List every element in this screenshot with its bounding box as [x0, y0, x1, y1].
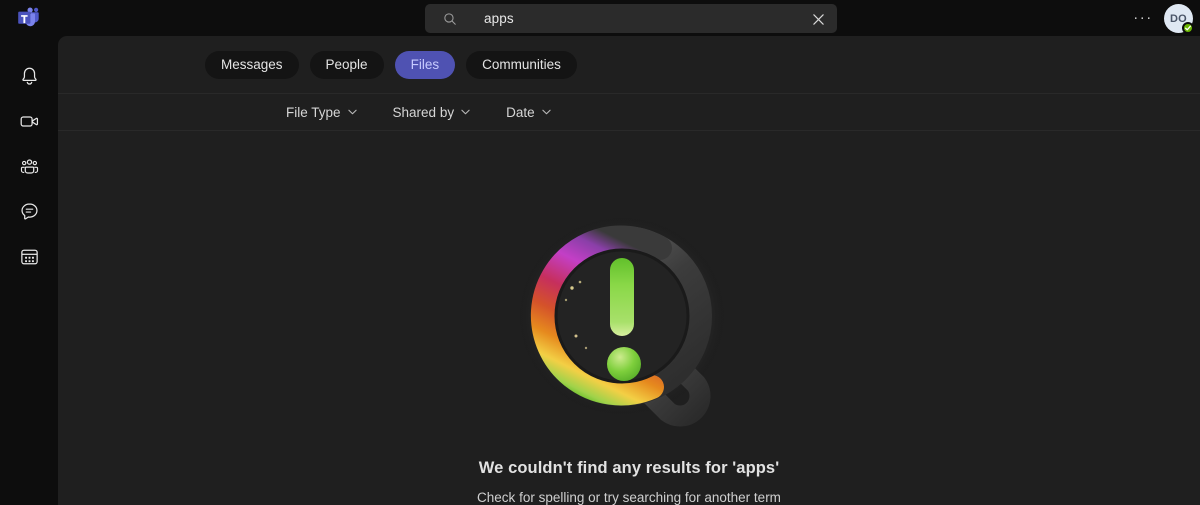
video-camera-icon: [20, 116, 38, 127]
chat-bubble-icon: [20, 203, 38, 220]
title-bar: apps ··· DO: [0, 0, 1200, 36]
search-icon: [444, 12, 456, 25]
teams-window: apps ··· DO Messages People Files Commun…: [0, 0, 1200, 505]
tab-people[interactable]: People: [309, 50, 384, 79]
calendar-icon: [20, 249, 38, 265]
filter-bar: File Type Shared by Date: [58, 94, 1200, 131]
chevron-down-icon: [461, 109, 470, 115]
teams-logo-icon: [17, 7, 41, 29]
more-options-icon[interactable]: ···: [1132, 7, 1154, 29]
sidebar-item-teams[interactable]: [0, 144, 58, 189]
tab-messages[interactable]: Messages: [205, 50, 299, 79]
close-icon[interactable]: [807, 8, 829, 30]
empty-state-subtitle: Check for spelling or try searching for …: [477, 490, 781, 505]
filter-date[interactable]: Date: [502, 99, 555, 125]
sidebar-item-calendar[interactable]: [0, 234, 58, 279]
filter-file-type-label: File Type: [286, 104, 341, 120]
page-title: We couldn't find any results for 'apps': [478, 459, 780, 477]
search-results-panel: Messages People Files Communities File T…: [58, 36, 1200, 505]
sidebar-item-meet[interactable]: [0, 99, 58, 144]
avatar[interactable]: DO: [1164, 4, 1194, 34]
sidebar-item-activity[interactable]: [0, 54, 58, 99]
presence-badge: [1182, 22, 1194, 34]
tab-files[interactable]: Files: [394, 50, 456, 79]
chevron-down-icon: [347, 109, 357, 115]
sidebar-item-chat[interactable]: [0, 189, 58, 234]
chevron-down-icon: [541, 109, 551, 115]
search-input[interactable]: apps: [484, 11, 514, 26]
magnifier-no-results-illustration: [514, 216, 744, 431]
filter-shared-by[interactable]: Shared by: [389, 99, 475, 125]
filter-date-label: Date: [506, 104, 535, 120]
checkmark-icon: [1184, 25, 1192, 31]
bell-icon: [21, 67, 37, 85]
search-scope-tabs: Messages People Files Communities: [58, 36, 1200, 94]
tab-communities[interactable]: Communities: [466, 50, 577, 79]
search-bar[interactable]: apps: [425, 4, 837, 33]
filter-shared-by-label: Shared by: [392, 104, 455, 120]
empty-state: We couldn't find any results for 'apps' …: [58, 131, 1200, 505]
left-rail: [0, 36, 58, 505]
people-icon: [20, 159, 38, 174]
filter-file-type[interactable]: File Type: [282, 99, 361, 125]
